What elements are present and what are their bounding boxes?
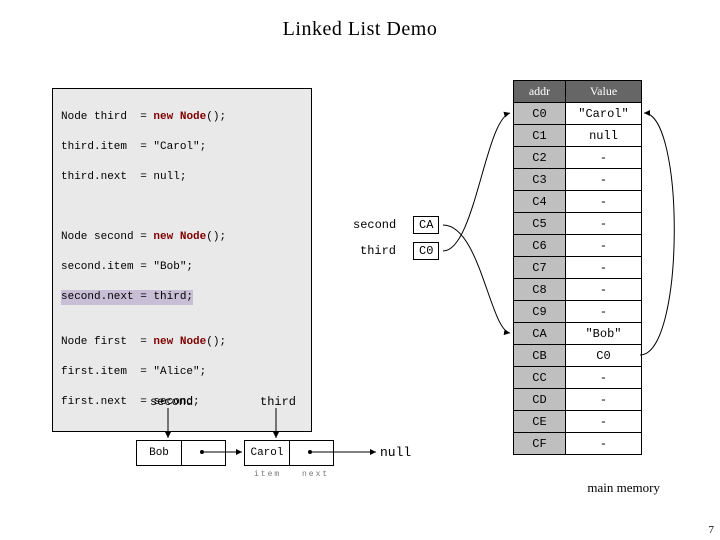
node-third: Carol [244, 440, 334, 466]
node-third-item: Carol [245, 441, 289, 465]
mem-value: - [566, 367, 642, 389]
null-label: null [380, 445, 411, 460]
table-row: CC- [514, 367, 642, 389]
sublabel-item: item [254, 470, 281, 479]
sublabel-next: next [302, 470, 329, 479]
node-third-next [289, 441, 333, 465]
table-row: C7- [514, 257, 642, 279]
mem-value: - [566, 169, 642, 191]
mem-addr: CA [514, 323, 566, 345]
table-row: CE- [514, 411, 642, 433]
mem-addr: C8 [514, 279, 566, 301]
diagram-second-label: second [150, 395, 193, 409]
third-ptr-addr: C0 [413, 241, 439, 260]
mem-addr: C7 [514, 257, 566, 279]
table-row: C9- [514, 301, 642, 323]
mem-value: - [566, 411, 642, 433]
mem-value: - [566, 301, 642, 323]
node-second-item: Bob [137, 441, 181, 465]
mem-addr: C1 [514, 125, 566, 147]
mem-value: "Bob" [566, 323, 642, 345]
highlighted-line: second.next = third; [61, 290, 193, 305]
mem-addr: CD [514, 389, 566, 411]
mem-value: - [566, 235, 642, 257]
page-number: 7 [709, 524, 715, 536]
mem-addr: CB [514, 345, 566, 367]
table-row: CF- [514, 433, 642, 455]
mem-value: - [566, 147, 642, 169]
table-row: C8- [514, 279, 642, 301]
table-row: CA"Bob" [514, 323, 642, 345]
mem-addr: C2 [514, 147, 566, 169]
mem-addr: C9 [514, 301, 566, 323]
mem-addr: CE [514, 411, 566, 433]
memory-table: addr Value C0"Carol"C1nullC2-C3-C4-C5-C6… [513, 80, 642, 455]
table-row: C2- [514, 147, 642, 169]
mem-header-addr: addr [514, 81, 566, 103]
mem-addr: CF [514, 433, 566, 455]
mem-value: - [566, 257, 642, 279]
table-row: C0"Carol" [514, 103, 642, 125]
mem-value: - [566, 213, 642, 235]
table-row: CBC0 [514, 345, 642, 367]
mem-value: - [566, 279, 642, 301]
second-ptr-label: second [353, 218, 396, 232]
table-row: C3- [514, 169, 642, 191]
mem-addr: C6 [514, 235, 566, 257]
mem-value: - [566, 389, 642, 411]
table-row: C6- [514, 235, 642, 257]
mem-addr: C5 [514, 213, 566, 235]
mem-value: - [566, 433, 642, 455]
table-row: CD- [514, 389, 642, 411]
mem-addr: C4 [514, 191, 566, 213]
mem-value: null [566, 125, 642, 147]
code-block: Node third = new Node(); third.item = "C… [52, 88, 312, 432]
mem-addr: CC [514, 367, 566, 389]
table-row: C5- [514, 213, 642, 235]
mem-value: - [566, 191, 642, 213]
mem-addr: C3 [514, 169, 566, 191]
node-second-next [181, 441, 225, 465]
diagram-third-label: third [260, 395, 296, 409]
mem-header-value: Value [566, 81, 642, 103]
page-title: Linked List Demo [0, 0, 720, 41]
second-ptr-addr: CA [413, 215, 439, 234]
table-row: C4- [514, 191, 642, 213]
table-row: C1null [514, 125, 642, 147]
node-second: Bob [136, 440, 226, 466]
mem-addr: C0 [514, 103, 566, 125]
mem-value: C0 [566, 345, 642, 367]
mem-value: "Carol" [566, 103, 642, 125]
memory-caption: main memory [587, 480, 660, 496]
third-ptr-label: third [360, 244, 396, 258]
